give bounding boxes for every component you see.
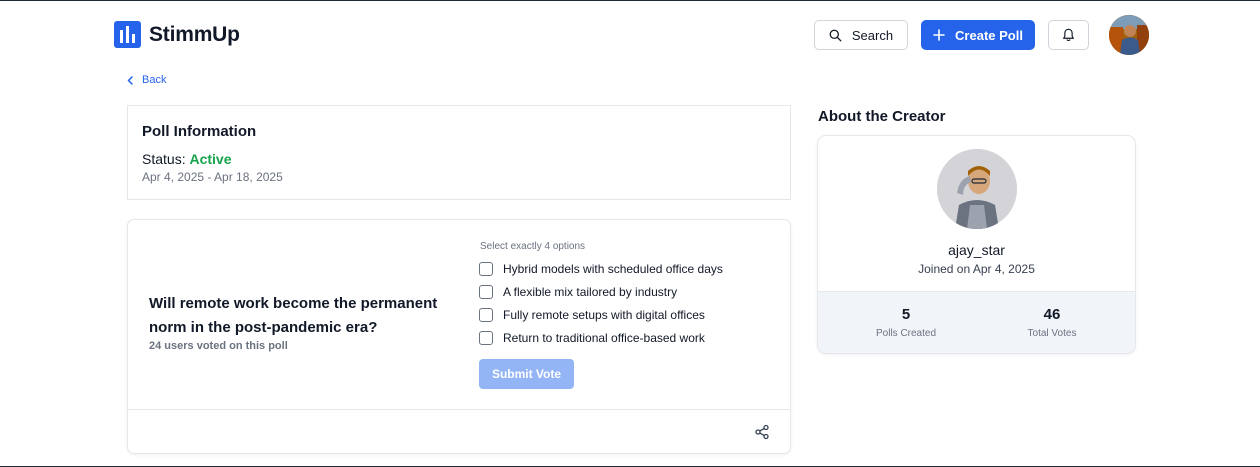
- option-label: A flexible mix tailored by industry: [503, 285, 678, 299]
- submit-vote-button[interactable]: Submit Vote: [479, 359, 574, 389]
- option-checkbox[interactable]: [479, 308, 493, 322]
- poll-option[interactable]: Fully remote setups with digital offices: [479, 308, 705, 322]
- user-avatar[interactable]: [1109, 15, 1149, 55]
- stat-value: 46: [1043, 306, 1061, 323]
- poll-option[interactable]: Hybrid models with scheduled office days: [479, 262, 723, 276]
- back-label: Back: [142, 74, 167, 86]
- creator-username: ajay_star: [948, 242, 1005, 258]
- option-checkbox[interactable]: [479, 285, 493, 299]
- option-checkbox[interactable]: [479, 262, 493, 276]
- create-poll-label: Create Poll: [955, 27, 1023, 43]
- creator-joined-date: Joined on Apr 4, 2025: [918, 262, 1035, 276]
- about-creator-heading: About the Creator: [818, 108, 946, 125]
- create-poll-button[interactable]: Create Poll: [921, 20, 1035, 50]
- notifications-button[interactable]: [1048, 20, 1089, 50]
- stat-label: Total Votes: [1027, 328, 1077, 339]
- bell-icon: [1063, 28, 1074, 42]
- brand-logo[interactable]: StimmUp: [114, 21, 240, 48]
- stat-label: Polls Created: [875, 328, 937, 339]
- status-value: Active: [189, 151, 232, 167]
- chevron-left-icon: [127, 75, 133, 85]
- status-label: Status:: [142, 151, 186, 167]
- option-label: Fully remote setups with digital offices: [503, 308, 705, 322]
- poll-question: Will remote work become the permanent no…: [149, 295, 438, 336]
- brand-name: StimmUp: [149, 22, 240, 46]
- poll-date-range: Apr 4, 2025 - Apr 18, 2025: [142, 170, 283, 184]
- creator-avatar-image: [937, 149, 1017, 229]
- poll-option[interactable]: A flexible mix tailored by industry: [479, 285, 677, 299]
- creator-card: ajay_star Joined on Apr 4, 2025 5 Polls …: [817, 135, 1136, 354]
- option-checkbox[interactable]: [479, 331, 493, 345]
- selection-instruction: Select exactly 4 options: [480, 241, 586, 252]
- poll-option[interactable]: Return to traditional office-based work: [479, 331, 705, 345]
- back-link[interactable]: Back: [127, 74, 166, 86]
- stat-polls-created: 5 Polls Created: [846, 306, 966, 339]
- chart-bars-icon: [114, 21, 141, 48]
- poll-status: Status: Active: [142, 151, 232, 167]
- option-label: Hybrid models with scheduled office days: [503, 262, 723, 276]
- creator-stats: 5 Polls Created 46 Total Votes: [818, 291, 1135, 353]
- search-icon: [829, 29, 842, 41]
- plus-icon: [933, 29, 945, 41]
- stat-total-votes: 46 Total Votes: [992, 306, 1112, 339]
- search-label: Search: [851, 27, 894, 43]
- card-divider: [128, 409, 790, 410]
- option-label: Return to traditional office-based work: [503, 331, 705, 345]
- stat-value: 5: [901, 306, 911, 323]
- poll-information-title: Poll Information: [142, 123, 257, 140]
- creator-avatar[interactable]: [937, 149, 1017, 229]
- search-button[interactable]: Search: [814, 20, 908, 50]
- poll-information-card: Poll Information Status: Active Apr 4, 2…: [127, 105, 791, 200]
- user-avatar-image: [1109, 15, 1149, 55]
- poll-card: Will remote work become the permanent no…: [127, 219, 791, 454]
- share-icon[interactable]: [754, 424, 770, 440]
- poll-voter-count: 24 users voted on this poll: [149, 340, 288, 352]
